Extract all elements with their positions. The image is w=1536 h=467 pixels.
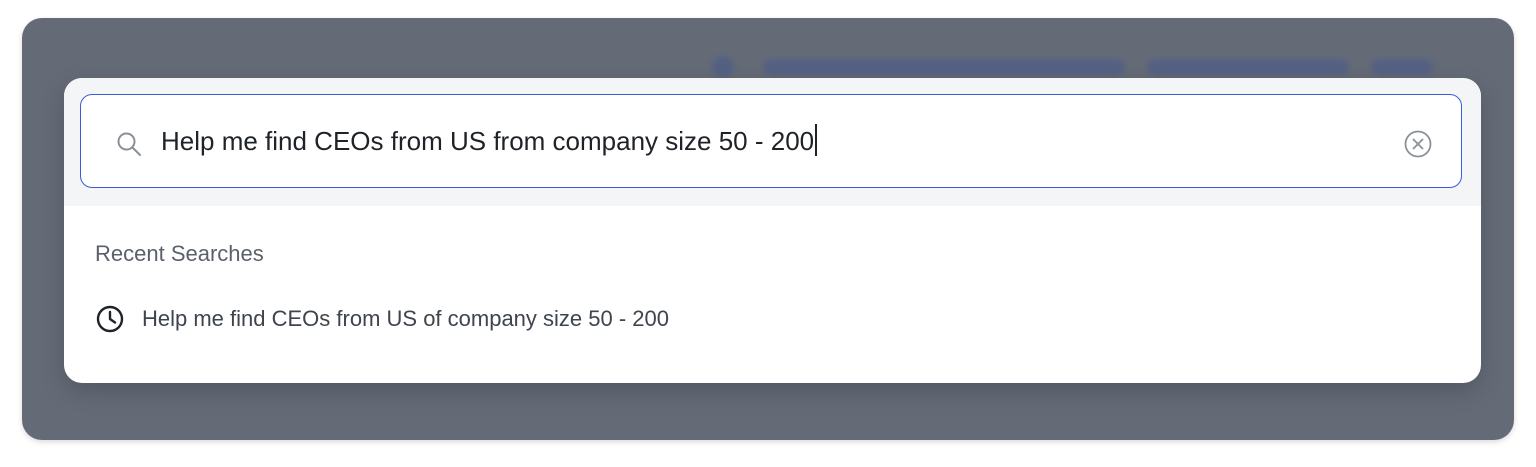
clock-icon [96,305,124,333]
search-input-value: Help me find CEOs from US from company s… [161,126,815,156]
blurred-icon [712,56,734,78]
search-input-box[interactable]: Help me find CEOs from US from company s… [80,94,1462,188]
app-backdrop: Help me find CEOs from US from company s… [22,18,1514,440]
recent-searches-heading: Recent Searches [95,241,264,266]
blurred-text [764,59,1124,75]
recent-search-label: Help me find CEOs from US of company siz… [142,306,669,331]
search-modal: Help me find CEOs from US from company s… [64,78,1481,383]
blurred-text [1148,59,1348,75]
clear-circle-x-icon[interactable] [1403,129,1433,159]
recent-search-item[interactable]: Help me find CEOs from US of company siz… [95,302,669,336]
text-caret [815,124,818,156]
search-icon [117,132,141,156]
search-input[interactable]: Help me find CEOs from US from company s… [161,123,818,159]
blurred-text [1372,59,1432,75]
